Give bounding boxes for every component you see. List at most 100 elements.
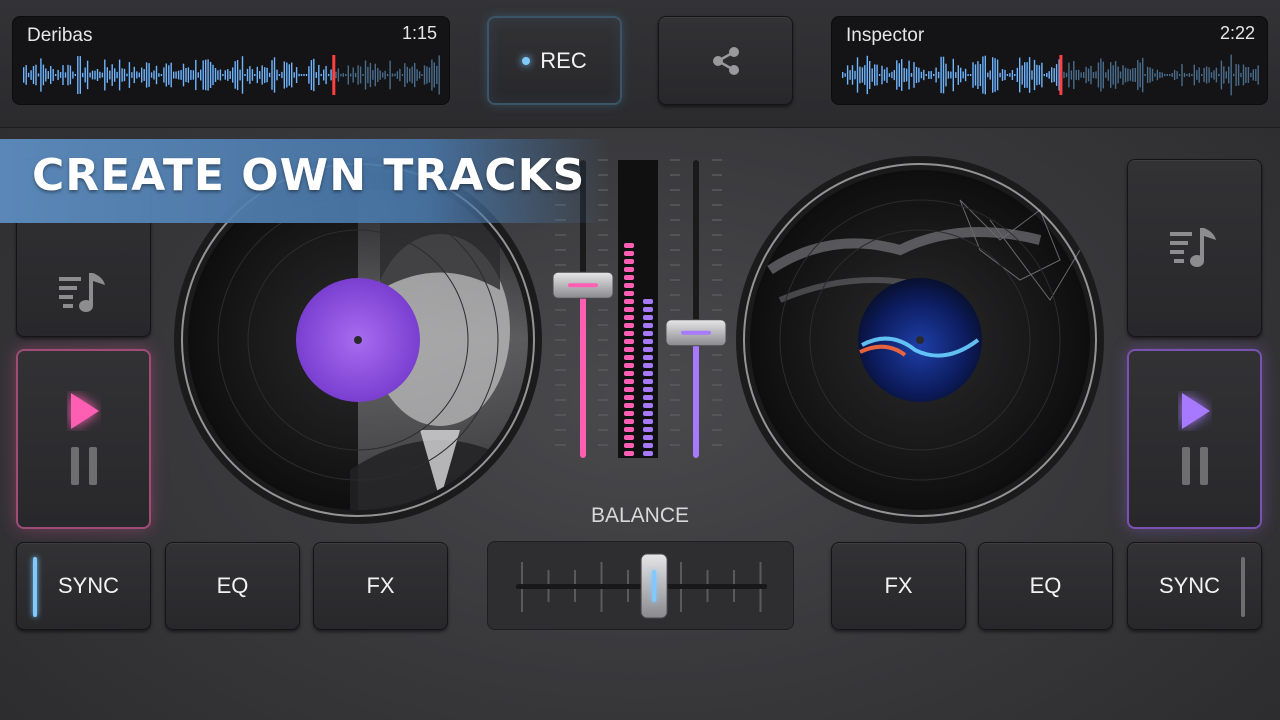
right-track-panel[interactable]: Inspector 2:22 [831, 16, 1268, 105]
right-play-pause-button[interactable] [1127, 349, 1262, 529]
waveform-bar [846, 65, 849, 85]
waveform-bar [864, 65, 866, 85]
waveform-bar [1009, 73, 1011, 77]
waveform-bar [150, 72, 153, 78]
right-sync-button[interactable]: SYNC [1127, 542, 1262, 630]
waveform-bar [1073, 61, 1075, 89]
left-volume-fader-knob[interactable] [552, 271, 614, 299]
waveform-bar [1122, 65, 1124, 85]
waveform-bar [955, 72, 957, 78]
waveform-bar [79, 56, 81, 94]
waveform-bar [256, 66, 258, 84]
waveform-bar [1218, 73, 1220, 77]
waveform-bar [288, 64, 290, 86]
waveform-bar [1124, 67, 1127, 83]
waveform-bar [357, 65, 359, 85]
waveform-bar [974, 64, 977, 86]
right-playlist-button[interactable] [1127, 159, 1262, 337]
left-waveform[interactable] [19, 51, 445, 99]
waveform-bar [165, 63, 167, 87]
waveform-bar [409, 68, 411, 82]
vu-segment [643, 403, 653, 408]
waveform-bar [1065, 72, 1068, 78]
left-eq-button[interactable]: EQ [165, 542, 300, 630]
waveform-bar [158, 73, 160, 77]
left-fx-button[interactable]: FX [313, 542, 448, 630]
right-track-name: Inspector [846, 25, 925, 46]
waveform-bar [401, 74, 404, 76]
vu-segment [643, 299, 653, 304]
waveform-bar [27, 72, 30, 78]
right-fx-button[interactable]: FX [831, 542, 966, 630]
vu-segment [643, 331, 653, 336]
share-button[interactable] [658, 16, 793, 105]
left-play-pause-button[interactable] [16, 349, 151, 529]
vu-segment [643, 307, 653, 312]
vu-segment [624, 363, 634, 368]
waveform-bar [1191, 74, 1193, 76]
waveform-bar [106, 67, 108, 83]
waveform-bar [1164, 73, 1166, 77]
waveform-bar [1028, 57, 1031, 93]
waveform-bar [1053, 68, 1055, 82]
waveform-bar [984, 55, 986, 95]
waveform-bar [298, 73, 300, 77]
waveform-bar [1114, 61, 1117, 89]
right-volume-fader-knob[interactable] [665, 319, 727, 347]
waveform-bar [259, 71, 261, 79]
vu-segment [624, 251, 634, 256]
waveform-bar [214, 68, 217, 82]
waveform-bar [109, 70, 111, 80]
waveform-bar [89, 72, 91, 78]
waveform-bar [945, 63, 947, 87]
waveform-bar [960, 67, 962, 83]
waveform-bar [67, 64, 69, 86]
left-track-panel[interactable]: Deribas 1:15 [12, 16, 450, 105]
waveform-bar [1097, 62, 1100, 88]
waveform-bar [249, 66, 251, 84]
balance-crossfader[interactable] [488, 542, 795, 631]
waveform-bar [992, 57, 994, 93]
waveform-bar [111, 64, 113, 86]
rec-button[interactable]: REC [487, 16, 622, 105]
waveform-bar [101, 72, 104, 78]
waveform-bar [423, 65, 426, 85]
waveform-bar [84, 67, 86, 83]
right-turntable[interactable] [736, 156, 1104, 524]
waveform-bar [391, 73, 394, 77]
waveform-bar [337, 68, 340, 82]
vu-segment [643, 419, 653, 424]
balance-crossfader-panel[interactable] [487, 541, 794, 630]
waveform-bar [1149, 67, 1151, 83]
waveform-bar [1011, 70, 1014, 80]
waveform-bar [55, 74, 57, 76]
vu-segment [624, 307, 634, 312]
waveform-bar [173, 71, 175, 79]
waveform-bar [310, 60, 313, 90]
left-play-icon [70, 393, 99, 429]
waveform-bar [910, 73, 913, 77]
waveform-bar [1021, 65, 1023, 85]
right-play-icon [1181, 393, 1210, 429]
waveform-bar [42, 64, 45, 86]
waveform-bar [133, 66, 135, 84]
waveform-bar [886, 67, 888, 83]
waveform-bar [271, 60, 273, 90]
waveform-bar [1142, 57, 1144, 93]
waveform-bar [987, 72, 989, 78]
waveform-bar [57, 69, 59, 81]
waveform-bar [45, 68, 47, 82]
left-sync-button[interactable]: SYNC [16, 542, 151, 630]
right-waveform[interactable] [838, 51, 1264, 99]
waveform-bar [856, 57, 859, 93]
vu-segment [624, 411, 634, 416]
vu-segment [624, 243, 634, 248]
right-eq-button[interactable]: EQ [978, 542, 1113, 630]
waveform-bar [32, 66, 35, 84]
vu-segment [624, 379, 634, 384]
waveform-bar [933, 74, 935, 76]
balance-knob[interactable] [640, 553, 668, 619]
share-icon [712, 46, 739, 75]
waveform-bar [438, 55, 440, 95]
left-playlist-icon [58, 273, 105, 312]
